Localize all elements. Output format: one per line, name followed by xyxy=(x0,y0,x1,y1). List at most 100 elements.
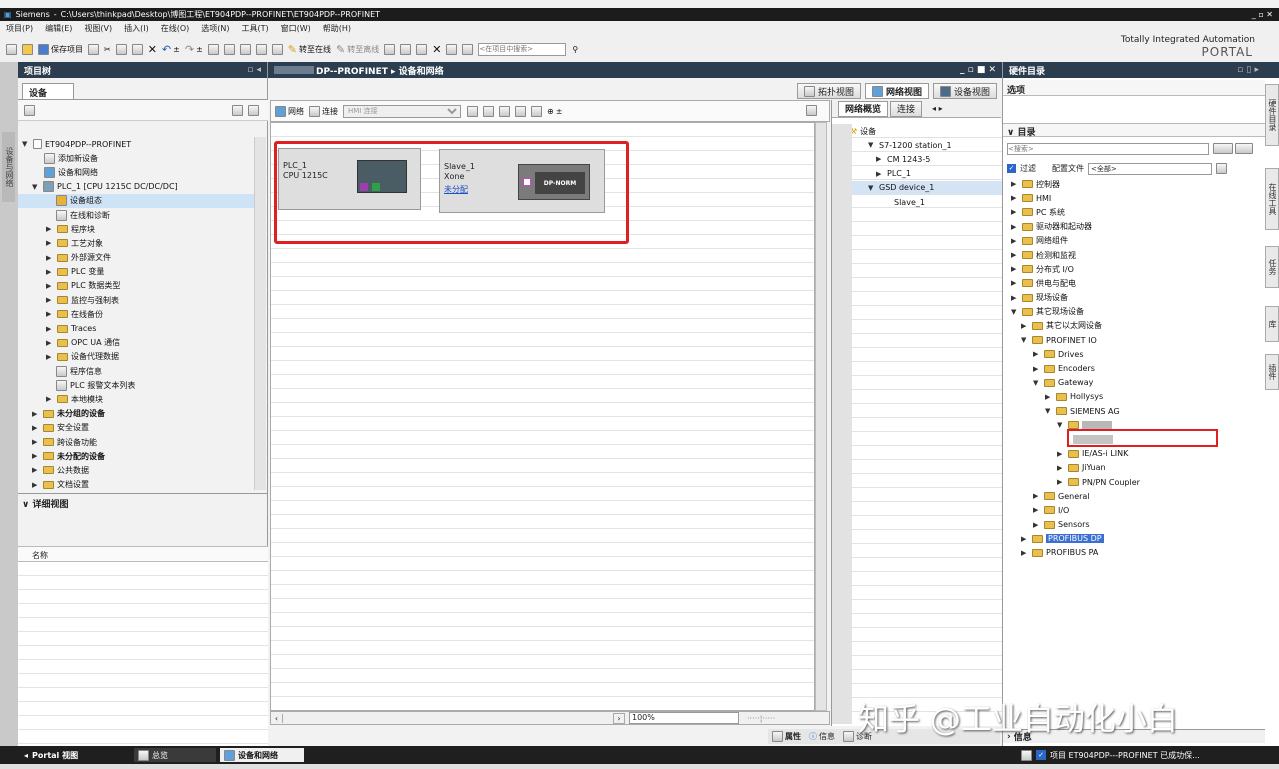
print-button[interactable] xyxy=(88,43,99,55)
zoom-button[interactable]: ⊕ ± xyxy=(547,107,562,116)
tab-scroll-arrows[interactable]: ◂ ▸ xyxy=(932,104,943,113)
detail-view-header[interactable]: ∨ 详细视图 xyxy=(18,493,268,511)
tree-item-online-backups[interactable]: ▶ 在线备份 xyxy=(18,307,254,321)
menu-view[interactable]: 视图(V) xyxy=(84,23,112,34)
catalog-item[interactable]: ▶ 其它以太网设备 xyxy=(1003,319,1265,333)
catalog-item[interactable]: ▶ 分布式 I/O xyxy=(1003,262,1265,276)
tab-topology-view[interactable]: 拓扑视图 xyxy=(796,83,861,99)
tree-item-document-settings[interactable]: ▶ 文档设置 xyxy=(18,478,254,492)
tree-view-icon[interactable] xyxy=(24,105,35,116)
copy-button[interactable] xyxy=(115,43,127,55)
tree-scrollbar[interactable] xyxy=(254,137,266,490)
tree-item-program-info[interactable]: 程序信息 xyxy=(18,364,254,378)
redo-button[interactable]: ↷ ± xyxy=(185,43,203,56)
side-tab-add-ins[interactable]: 插件 xyxy=(1265,354,1279,390)
side-tab-tasks[interactable]: 任务 xyxy=(1265,246,1279,288)
catalog-item[interactable]: ▶ 现场设备 xyxy=(1003,291,1265,305)
tab-connections[interactable]: 连接 xyxy=(890,100,923,117)
zoom-slider[interactable]: ·····¦····· xyxy=(747,714,775,723)
tree-item-technology-objects[interactable]: ▶ 工艺对象 xyxy=(18,236,254,250)
catalog-item[interactable]: ▼ PROFINET IO xyxy=(1003,333,1265,347)
connection-type-select[interactable]: HMI 连接 xyxy=(343,104,461,118)
side-tab-hardware-catalog[interactable]: 硬件目录 xyxy=(1265,84,1279,146)
catalog-item[interactable]: ▼ SIEMENS AG xyxy=(1003,404,1265,418)
profile-select[interactable]: <全部> xyxy=(1088,162,1212,175)
collapse-panel-icon[interactable]: ▫ ◂ xyxy=(247,65,267,75)
overview-button[interactable]: 总览 xyxy=(134,748,216,762)
catalog-item[interactable]: ▶ 检测和监视 xyxy=(1003,248,1265,262)
delete-button[interactable]: ✕ xyxy=(148,43,157,56)
go-online-button[interactable]: ✎ 转至在线 xyxy=(288,43,331,56)
tree-item-traces[interactable]: ▶ Traces xyxy=(18,321,254,335)
tree-item-plc-data-types[interactable]: ▶ PLC 数据类型 xyxy=(18,279,254,293)
scroll-right-icon[interactable]: › xyxy=(613,712,625,724)
catalog-item-profibus-dp[interactable]: ▶ PROFIBUS DP xyxy=(1003,532,1265,546)
split-horizontal-button[interactable] xyxy=(446,43,458,55)
devices-networks-button[interactable]: 设备和网络 xyxy=(220,748,304,762)
network-button[interactable]: 网络 xyxy=(275,105,304,117)
start-cpu-button[interactable] xyxy=(416,43,428,55)
filter-checkbox[interactable]: ✓ xyxy=(1007,164,1016,173)
menu-options[interactable]: 选项(N) xyxy=(201,23,229,34)
network-canvas[interactable]: PLC_1 CPU 1215C Slave_1 Xone 未分配 DP-NORM xyxy=(270,122,815,711)
overview-row[interactable]: ▶ CM 1243-5 xyxy=(832,152,1002,166)
menu-insert[interactable]: 插入(I) xyxy=(124,23,149,34)
catalog-item[interactable]: ▶ PROFIBUS PA xyxy=(1003,546,1265,560)
search-button[interactable]: ⚲ xyxy=(572,45,578,54)
tree-item-project[interactable]: ▼ ET904PDP--PROFINET xyxy=(18,137,254,151)
catalog-item[interactable]: ▼ Gateway xyxy=(1003,376,1265,390)
paste-button[interactable] xyxy=(131,43,143,55)
monitor-button[interactable] xyxy=(384,43,396,55)
menu-edit[interactable]: 编辑(E) xyxy=(45,23,72,34)
catalog-item[interactable]: ▶ Sensors xyxy=(1003,518,1265,532)
catalog-item[interactable]: ▶ PN/PN Coupler xyxy=(1003,475,1265,489)
table-button[interactable] xyxy=(499,105,510,117)
cut-button[interactable]: ✂ xyxy=(104,45,111,54)
catalog-panel-controls[interactable]: ▫ ▯ ▸ xyxy=(1237,65,1279,75)
download-button[interactable] xyxy=(223,43,235,55)
undo-button[interactable]: ↶ ± xyxy=(162,43,180,56)
menu-tools[interactable]: 工具(T) xyxy=(241,23,268,34)
tree-item-alarm-text-lists[interactable]: PLC 报警文本列表 xyxy=(18,378,254,392)
info-tab[interactable]: ⓘ 信息 xyxy=(809,731,835,742)
compile-button[interactable] xyxy=(207,43,219,55)
overview-row[interactable]: Slave_1 xyxy=(832,195,1002,209)
io-comm-button[interactable] xyxy=(483,105,494,117)
catalog-item[interactable]: ▶ PC 系统 xyxy=(1003,205,1265,219)
accessible-devices-button[interactable] xyxy=(271,43,283,55)
catalog-item[interactable]: ▶ HMI xyxy=(1003,191,1265,205)
side-tab-online-tools[interactable]: 在线工具 xyxy=(1265,168,1279,230)
split-vertical-button[interactable] xyxy=(462,43,474,55)
save-layout-icon[interactable] xyxy=(806,105,817,116)
tree-item-opc-ua[interactable]: ▶ OPC UA 通信 xyxy=(18,336,254,350)
tree-item-ungrouped-devices[interactable]: ▶ 未分组的设备 xyxy=(18,407,254,421)
tree-item-plc[interactable]: ▼ PLC_1 [CPU 1215C DC/DC/DC] xyxy=(18,180,254,194)
search-backward-icon[interactable] xyxy=(1235,143,1253,154)
tree-item-online-diagnostics[interactable]: 在线和诊断 xyxy=(18,208,254,222)
devices-networks-side-tab[interactable]: 设备与网络 xyxy=(2,132,15,202)
catalog-item[interactable]: ▶ 网络组件 xyxy=(1003,234,1265,248)
tab-network-overview[interactable]: 网络概览 xyxy=(838,100,889,117)
menu-online[interactable]: 在线(O) xyxy=(161,23,190,34)
catalog-section-header[interactable]: ∨ 目录 xyxy=(1003,123,1265,138)
catalog-item[interactable]: ▶ 控制器 xyxy=(1003,177,1265,191)
relations-button[interactable] xyxy=(467,105,478,117)
overview-row[interactable]: ▶ PLC_1 xyxy=(832,167,1002,181)
zoom-select[interactable]: 100% xyxy=(629,712,739,724)
catalog-search-input[interactable] xyxy=(1007,142,1209,155)
stop-cpu-button[interactable] xyxy=(400,43,412,55)
overview-row[interactable]: ▼ GSD device_1 xyxy=(832,180,1002,195)
save-project-button[interactable]: 保存项目 xyxy=(38,43,83,55)
menu-window[interactable]: 窗口(W) xyxy=(281,23,311,34)
grid-button[interactable] xyxy=(515,105,526,117)
devices-tab[interactable]: 设备 xyxy=(22,83,74,99)
go-offline-button[interactable]: ✎ 转至离线 xyxy=(336,43,379,56)
catalog-item[interactable]: ▶ JiYuan xyxy=(1003,461,1265,475)
catalog-item[interactable]: ▶ General xyxy=(1003,489,1265,503)
tree-options-icon[interactable] xyxy=(248,105,259,116)
catalog-item[interactable]: ▶ Hollysys xyxy=(1003,390,1265,404)
tree-item-cross-device[interactable]: ▶ 跨设备功能 xyxy=(18,435,254,449)
menu-help[interactable]: 帮助(H) xyxy=(323,23,351,34)
simulate-button[interactable] xyxy=(255,43,267,55)
tree-layout-icon[interactable] xyxy=(232,105,243,116)
